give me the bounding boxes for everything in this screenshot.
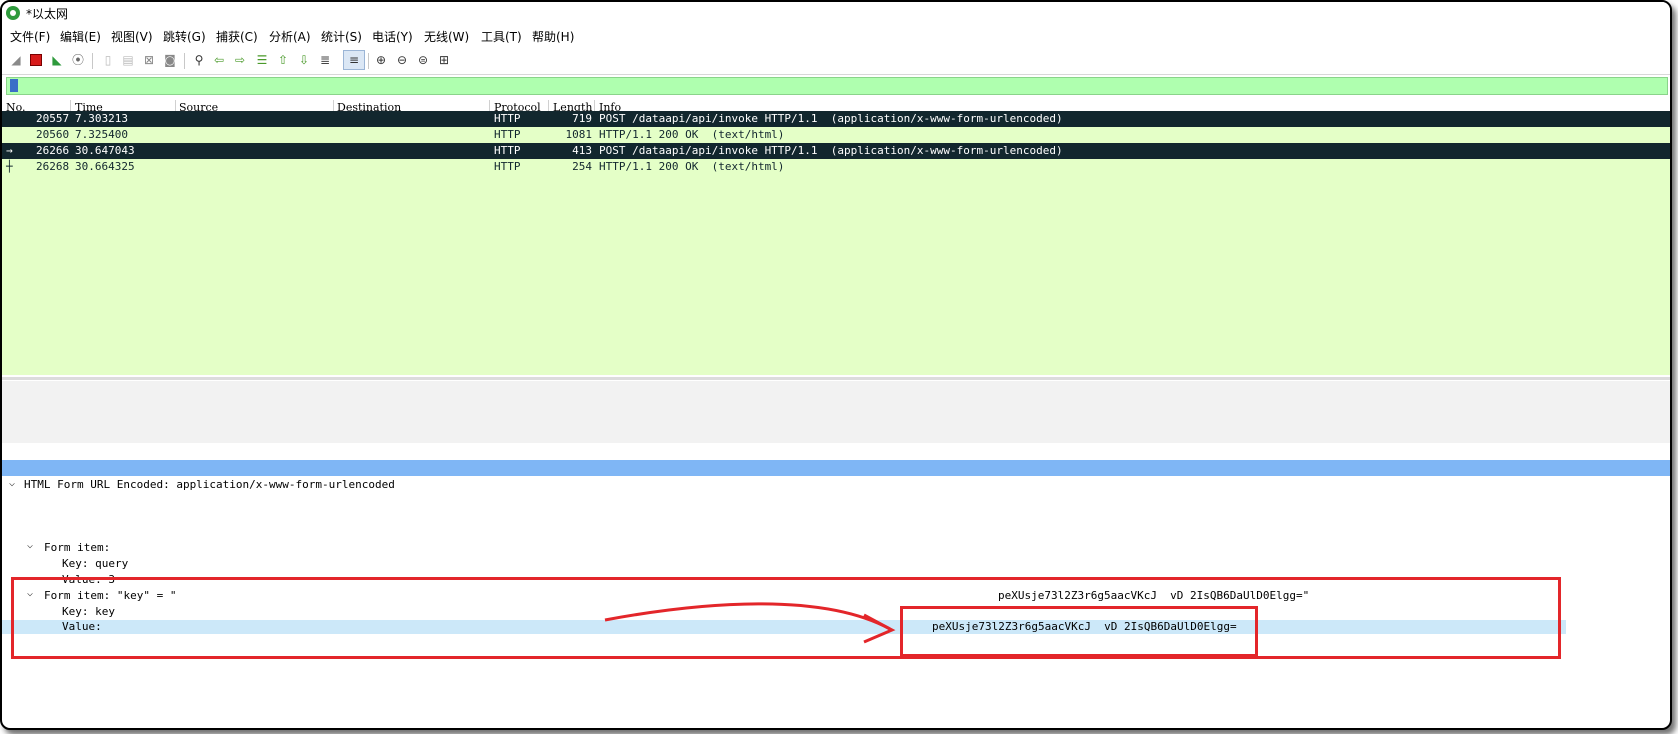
packet-no: 26266 <box>36 144 70 157</box>
packet-length: 254 <box>572 160 592 173</box>
menu-help[interactable]: 帮助(H) <box>532 28 574 45</box>
packet-bytes-pane <box>2 381 1670 443</box>
chevron-down-icon[interactable]: ⌵ <box>9 478 15 489</box>
menu-capture[interactable]: 捕获(C) <box>216 28 258 45</box>
packet-no: 26268 <box>36 160 70 173</box>
packet-length: 1081 <box>565 128 593 141</box>
close-file-icon[interactable]: ⊠ <box>141 52 157 68</box>
reload-file-icon[interactable]: ◙ <box>162 52 178 68</box>
packet-time: 7.325400 <box>75 128 128 141</box>
packet-time: 30.647043 <box>75 144 135 157</box>
shark-fin-start-icon[interactable]: ◢ <box>8 52 24 68</box>
zoom-in-icon[interactable]: ⊕ <box>373 52 389 68</box>
packet-row[interactable]: 20560 7.325400 HTTP 1081 HTTP/1.1 200 OK… <box>2 127 1670 143</box>
packet-list[interactable]: 20557 7.303213 HTTP 719 POST /dataapi/ap… <box>2 111 1670 375</box>
form-item-1-header[interactable]: Form item: <box>44 541 110 554</box>
menu-go[interactable]: 跳转(G) <box>163 28 206 45</box>
packet-no: 20560 <box>36 128 70 141</box>
pane-splitter[interactable] <box>2 377 1670 380</box>
packet-row[interactable]: 20557 7.303213 HTTP 719 POST /dataapi/ap… <box>2 111 1670 127</box>
restart-capture-icon[interactable]: ◣ <box>49 52 65 68</box>
find-packet-icon[interactable]: ⚲ <box>191 52 207 68</box>
window-title: *以太网 <box>26 7 69 21</box>
menu-edit[interactable]: 编辑(E) <box>60 28 101 45</box>
menu-wireless[interactable]: 无线(W) <box>424 28 469 45</box>
menu-bar: 文件(F) 编辑(E) 视图(V) 跳转(G) 捕获(C) 分析(A) 统计(S… <box>2 26 1670 46</box>
zoom-out-icon[interactable]: ⊖ <box>394 52 410 68</box>
detail-selected-band[interactable] <box>2 460 1670 476</box>
menu-tools[interactable]: 工具(T) <box>481 28 522 45</box>
wireshark-window: *以太网 文件(F) 编辑(E) 视图(V) 跳转(G) 捕获(C) 分析(A)… <box>0 0 1672 730</box>
form-item-1-key[interactable]: Key: query <box>62 557 128 570</box>
menu-telephony[interactable]: 电话(Y) <box>372 28 413 45</box>
packet-length: 413 <box>572 144 592 157</box>
open-file-icon[interactable]: ▯ <box>100 52 116 68</box>
title-bar: *以太网 <box>2 2 1670 24</box>
packet-info: POST /dataapi/api/invoke HTTP/1.1 (appli… <box>599 144 1063 157</box>
packet-protocol: HTTP <box>494 128 521 141</box>
packet-row[interactable]: ┼ 26268 30.664325 HTTP 254 HTTP/1.1 200 … <box>2 159 1670 175</box>
packet-protocol: HTTP <box>494 160 521 173</box>
packet-time: 7.303213 <box>75 112 128 125</box>
menu-file[interactable]: 文件(F) <box>10 28 50 45</box>
packet-info: HTTP/1.1 200 OK (text/html) <box>599 160 785 173</box>
go-last-icon[interactable]: ⇩ <box>296 52 312 68</box>
main-toolbar: ◢ ◣ ⦿ ▯ ▤ ⊠ ◙ ⚲ ⇦ ⇨ ☰ ⇧ ⇩ ≣ ≡ ⊕ ⊖ ⊜ ⊞ <box>2 48 1670 75</box>
go-to-packet-icon[interactable]: ☰ <box>254 52 270 68</box>
go-back-icon[interactable]: ⇦ <box>211 52 227 68</box>
menu-analyze[interactable]: 分析(A) <box>269 28 311 45</box>
menu-statistics[interactable]: 统计(S) <box>321 28 362 45</box>
annotation-red-box-value <box>900 606 1258 657</box>
detail-root[interactable]: HTML Form URL Encoded: application/x-www… <box>24 478 395 491</box>
chevron-down-icon[interactable]: ⌵ <box>27 540 33 551</box>
annotation-red-box-outer <box>11 577 1561 659</box>
go-forward-icon[interactable]: ⇨ <box>232 52 248 68</box>
packet-protocol: HTTP <box>494 112 521 125</box>
packet-time: 30.664325 <box>75 160 135 173</box>
bookmark-icon[interactable] <box>10 79 18 92</box>
packet-info: POST /dataapi/api/invoke HTTP/1.1 (appli… <box>599 112 1063 125</box>
capture-options-icon[interactable]: ⦿ <box>70 52 86 68</box>
packet-info: HTTP/1.1 200 OK (text/html) <box>599 128 785 141</box>
packet-row[interactable]: → 26266 30.647043 HTTP 413 POST /dataapi… <box>2 143 1670 159</box>
packet-length: 719 <box>572 112 592 125</box>
packet-no: 20557 <box>36 112 70 125</box>
resize-columns-icon[interactable]: ⊞ <box>436 52 452 68</box>
save-file-icon[interactable]: ▤ <box>120 52 136 68</box>
colorize-icon[interactable]: ≡ <box>343 50 365 70</box>
packet-protocol: HTTP <box>494 144 521 157</box>
stop-capture-icon[interactable] <box>28 52 44 68</box>
menu-view[interactable]: 视图(V) <box>111 28 153 45</box>
zoom-normal-icon[interactable]: ⊜ <box>415 52 431 68</box>
autoscroll-icon[interactable]: ≣ <box>317 52 333 68</box>
wireshark-logo-icon <box>6 6 20 20</box>
display-filter-input[interactable] <box>6 77 1668 95</box>
go-first-icon[interactable]: ⇧ <box>275 52 291 68</box>
